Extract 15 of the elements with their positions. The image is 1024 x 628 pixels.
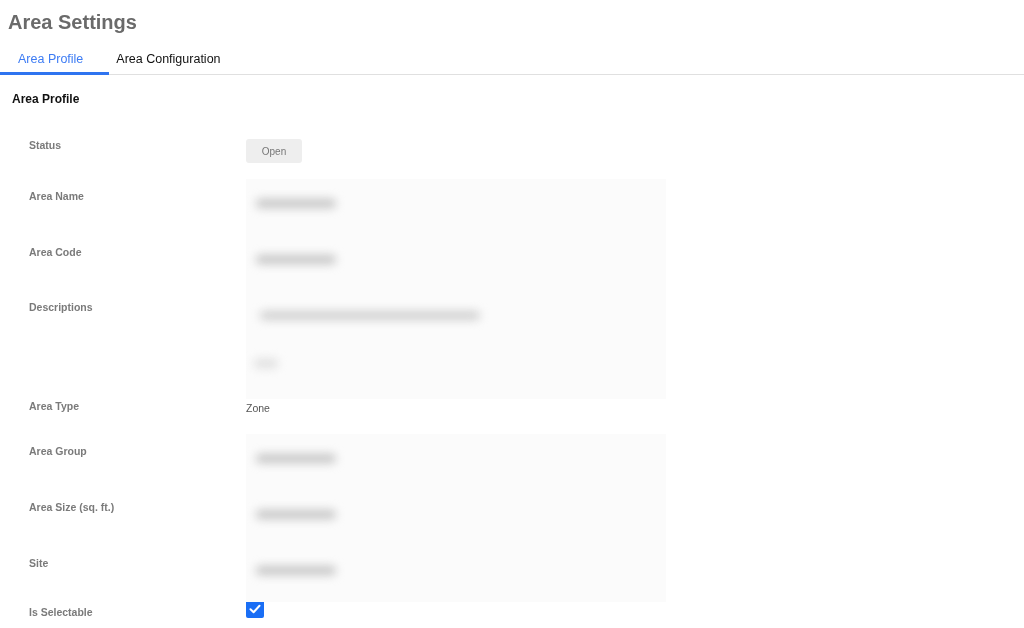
field-label: Area Name: [29, 189, 84, 203]
field-label: Site: [29, 556, 49, 570]
field-label: Area Type: [29, 399, 79, 413]
field-label: Area Size (sq. ft.): [29, 500, 115, 514]
field-label: Status: [29, 138, 62, 152]
field-label: Descriptions: [29, 300, 93, 314]
section-heading: Area Profile: [12, 91, 80, 107]
tab[interactable]: Area Configuration: [109, 46, 229, 75]
field-label: Area Group: [29, 444, 87, 458]
field-value: Zone: [246, 401, 270, 415]
status-button[interactable]: Open: [246, 139, 302, 163]
field-label: Area Code: [29, 245, 82, 259]
field-label: Is Selectable: [29, 605, 93, 619]
tab[interactable]: Area Profile: [0, 46, 110, 75]
page-title: Area Settings: [8, 10, 137, 35]
